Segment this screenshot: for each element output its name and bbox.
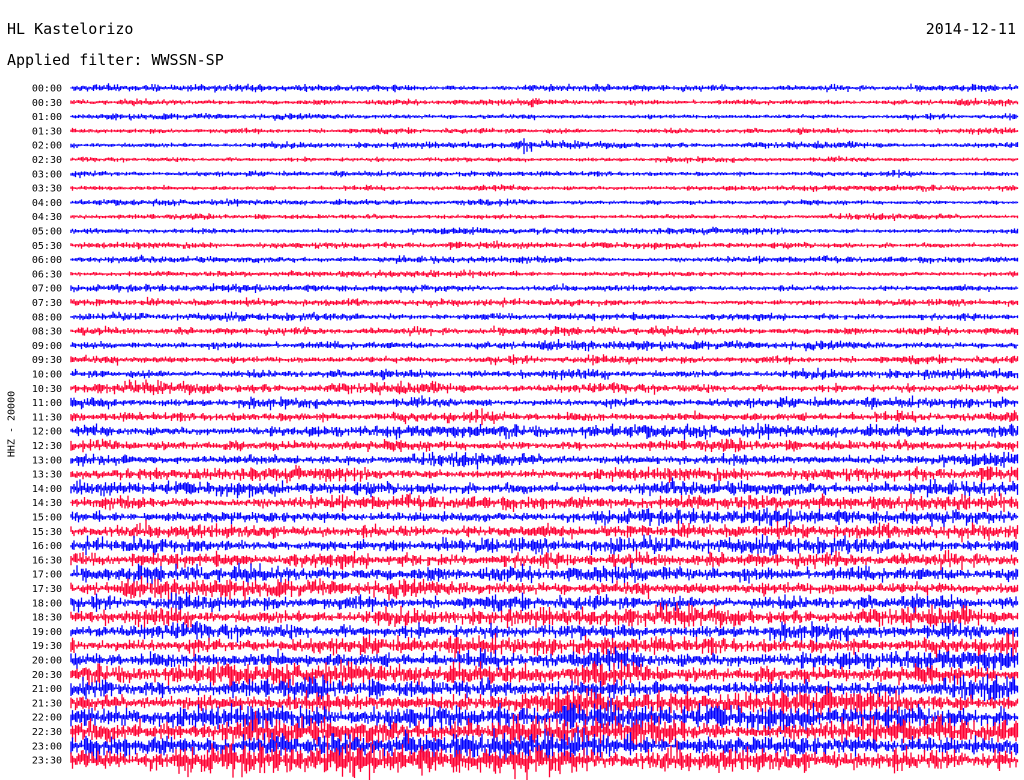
row-time-label: 19:00 xyxy=(32,627,62,638)
row-time-label: 02:30 xyxy=(32,155,62,166)
trace-row xyxy=(70,283,1019,294)
row-time-label: 22:30 xyxy=(32,727,62,738)
trace-row xyxy=(70,339,1019,352)
trace-row xyxy=(70,464,1019,484)
row-time-label: 22:00 xyxy=(32,713,62,724)
row-time-label: 00:00 xyxy=(32,84,62,95)
trace-row xyxy=(70,534,1019,557)
trace-row xyxy=(70,519,1019,543)
row-time-label: 21:00 xyxy=(32,684,62,695)
row-time-label: 17:00 xyxy=(32,570,62,581)
row-time-label: 16:30 xyxy=(32,555,62,566)
trace-row xyxy=(70,169,1019,179)
row-time-label: 08:30 xyxy=(32,327,62,338)
trace-row xyxy=(70,477,1019,499)
trace-row xyxy=(70,296,1019,308)
trace-row xyxy=(70,254,1019,264)
trace-row xyxy=(70,395,1019,411)
row-time-label: 20:30 xyxy=(32,670,62,681)
trace-row xyxy=(70,155,1019,164)
trace-row xyxy=(70,311,1019,322)
trace-row xyxy=(70,113,1019,121)
row-time-label: 07:00 xyxy=(32,284,62,295)
row-time-label: 15:00 xyxy=(32,513,62,524)
trace-row xyxy=(70,549,1019,571)
trace-row xyxy=(70,97,1019,108)
row-time-label: 09:00 xyxy=(32,341,62,352)
row-time-label: 05:00 xyxy=(32,227,62,238)
trace-row xyxy=(70,437,1019,453)
row-time-label: 01:30 xyxy=(32,126,62,137)
row-time-label: 13:00 xyxy=(32,455,62,466)
row-time-label: 12:00 xyxy=(32,427,62,438)
row-time-label: 14:30 xyxy=(32,498,62,509)
row-time-label: 10:00 xyxy=(32,370,62,381)
row-time-label: 02:00 xyxy=(32,141,62,152)
row-time-label: 03:30 xyxy=(32,184,62,195)
trace-row xyxy=(70,619,1019,645)
trace-row xyxy=(70,184,1019,192)
row-time-label: 17:30 xyxy=(32,584,62,595)
row-time-label: 04:30 xyxy=(32,212,62,223)
trace-row xyxy=(70,408,1019,426)
row-time-label: 20:00 xyxy=(32,656,62,667)
row-time-label: 19:30 xyxy=(32,641,62,652)
row-time-label: 15:30 xyxy=(32,527,62,538)
trace-row xyxy=(70,506,1019,528)
trace-row xyxy=(70,562,1019,586)
trace-row xyxy=(70,492,1019,512)
row-time-label: 08:00 xyxy=(32,312,62,323)
trace-row xyxy=(70,379,1019,396)
row-time-label: 09:30 xyxy=(32,355,62,366)
row-time-label: 03:00 xyxy=(32,169,62,180)
row-time-label: 16:00 xyxy=(32,541,62,552)
trace-row xyxy=(70,213,1019,221)
row-time-label: 04:00 xyxy=(32,198,62,209)
row-time-label: 18:30 xyxy=(32,613,62,624)
row-time-label: 12:30 xyxy=(32,441,62,452)
trace-row xyxy=(70,240,1019,250)
trace-row xyxy=(70,138,1019,155)
row-time-label: 01:00 xyxy=(32,112,62,123)
row-time-label: 07:30 xyxy=(32,298,62,309)
trace-row xyxy=(70,451,1019,470)
row-time-label: 11:30 xyxy=(32,412,62,423)
trace-row xyxy=(70,325,1019,337)
row-time-label: 18:00 xyxy=(32,598,62,609)
trace-row xyxy=(70,354,1019,366)
trace-row xyxy=(70,83,1019,93)
row-time-label: 11:00 xyxy=(32,398,62,409)
row-time-label: 23:00 xyxy=(32,741,62,752)
trace-row xyxy=(70,422,1019,440)
row-time-label: 14:00 xyxy=(32,484,62,495)
trace-row xyxy=(70,226,1019,236)
row-time-label: 00:30 xyxy=(32,98,62,109)
trace-row xyxy=(70,127,1019,135)
trace-row xyxy=(70,575,1019,601)
helicorder-plot: 00:00 00:30 01:00 01:30 02:00 02:30 03:00 03:30… xyxy=(32,83,1019,780)
row-time-label: 06:00 xyxy=(32,255,62,266)
row-time-label: 23:30 xyxy=(32,756,62,767)
trace-row xyxy=(70,198,1019,207)
row-time-label: 13:30 xyxy=(32,470,62,481)
trace-row xyxy=(70,269,1019,279)
row-time-label: 06:30 xyxy=(32,269,62,280)
row-time-label: 21:30 xyxy=(32,698,62,709)
trace-row xyxy=(70,367,1019,381)
row-time-label: 10:30 xyxy=(32,384,62,395)
row-time-label: 05:30 xyxy=(32,241,62,252)
